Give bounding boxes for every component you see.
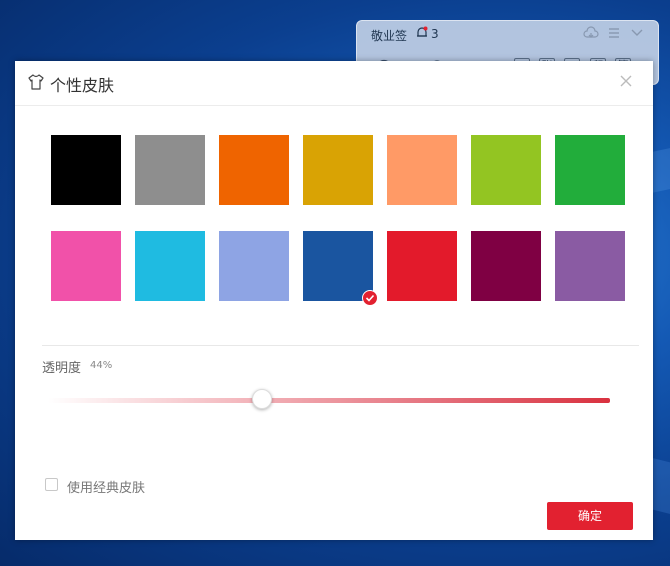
color-swatch[interactable] (471, 231, 541, 301)
color-swatch[interactable] (51, 231, 121, 301)
dialog-title: 个性皮肤 (50, 76, 115, 95)
chevron-down-icon[interactable] (629, 25, 645, 41)
close-icon[interactable] (618, 73, 634, 89)
color-swatch[interactable] (555, 231, 625, 301)
color-swatch[interactable] (219, 231, 289, 301)
skin-dialog: 个性皮肤 透明度 44% 使用经典皮肤 确定 (15, 61, 653, 540)
color-swatch[interactable] (135, 135, 205, 205)
classic-skin-label[interactable]: 使用经典皮肤 (67, 477, 145, 496)
bell-icon[interactable] (415, 26, 429, 40)
color-swatch[interactable] (555, 135, 625, 205)
opacity-slider-thumb[interactable] (251, 389, 272, 409)
opacity-slider-track[interactable] (48, 398, 610, 403)
divider (42, 345, 639, 346)
reminder-count: 3 (431, 27, 439, 41)
selected-check-icon (362, 290, 378, 306)
dialog-header: 个性皮肤 (15, 61, 653, 106)
cloud-sync-icon[interactable] (583, 25, 599, 41)
color-swatch[interactable] (219, 135, 289, 205)
confirm-button[interactable]: 确定 (547, 502, 633, 530)
color-swatch[interactable] (135, 231, 205, 301)
color-swatch[interactable] (387, 231, 457, 301)
shirt-icon (28, 74, 44, 90)
opacity-label: 透明度 (42, 361, 82, 376)
color-swatch[interactable] (51, 135, 121, 205)
classic-skin-checkbox[interactable] (45, 478, 58, 491)
color-swatch[interactable] (303, 135, 373, 205)
menu-icon[interactable] (606, 25, 622, 41)
widget-title: 敬业签 (371, 29, 408, 43)
opacity-value: 44% (90, 360, 113, 371)
color-swatch[interactable] (471, 135, 541, 205)
color-swatch[interactable] (387, 135, 457, 205)
